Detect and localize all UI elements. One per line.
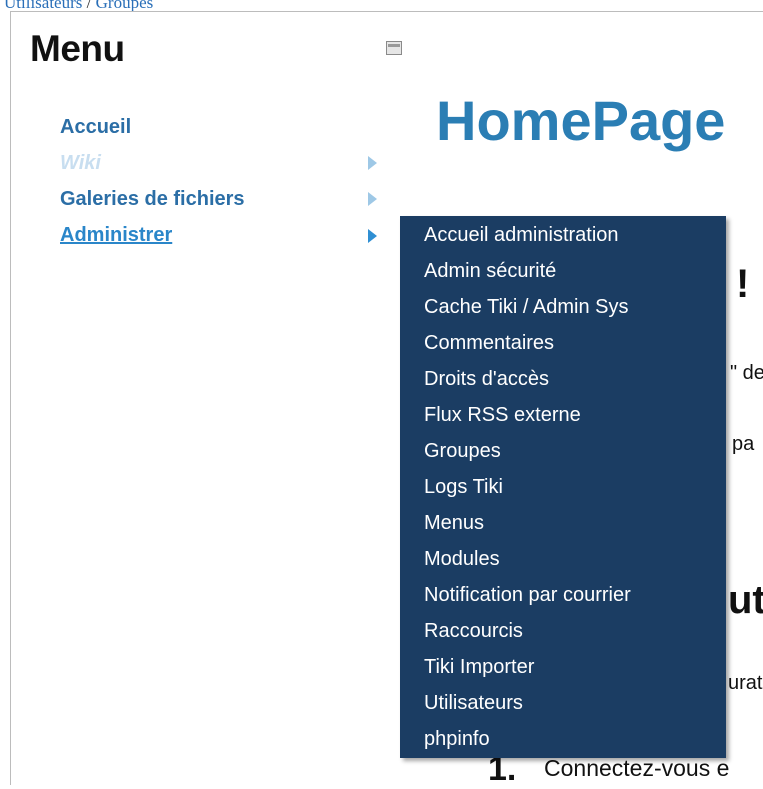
submenu-item-commentaires[interactable]: Commentaires bbox=[424, 332, 554, 355]
nav-item-galeries-de-fichiers[interactable]: Galeries de fichiers bbox=[60, 188, 245, 211]
submenu-item-menus[interactable]: Menus bbox=[424, 512, 484, 535]
content-heading-fragment: ut bbox=[728, 578, 763, 622]
submenu-item-cache-tiki[interactable]: Cache Tiki / Admin Sys bbox=[424, 296, 629, 319]
submenu-item-admin-securite[interactable]: Admin sécurité bbox=[424, 260, 556, 283]
submenu-item-phpinfo[interactable]: phpinfo bbox=[424, 728, 490, 751]
submenu-item-raccourcis[interactable]: Raccourcis bbox=[424, 620, 523, 643]
submenu-item-groupes[interactable]: Groupes bbox=[424, 440, 501, 463]
content-text-fragment: pa bbox=[732, 433, 755, 455]
submenu-item-modules[interactable]: Modules bbox=[424, 548, 500, 571]
submenu-item-utilisateurs[interactable]: Utilisateurs bbox=[424, 692, 523, 715]
submenu-item-tiki-importer[interactable]: Tiki Importer bbox=[424, 656, 534, 679]
module-toggle-icon[interactable] bbox=[386, 41, 402, 55]
submenu-item-logs-tiki[interactable]: Logs Tiki bbox=[424, 476, 503, 499]
content-text-fragment: Connectez-vous e bbox=[544, 755, 730, 781]
menu-module-title: Menu bbox=[30, 28, 125, 69]
content-text-fragment: " de bbox=[730, 362, 763, 384]
nav-item-accueil[interactable]: Accueil bbox=[60, 116, 131, 139]
chevron-right-icon[interactable] bbox=[368, 229, 377, 243]
administrer-submenu: Accueil administration Admin sécurité Ca… bbox=[400, 216, 726, 758]
frame-divider-top bbox=[10, 11, 763, 12]
chevron-right-icon[interactable] bbox=[368, 156, 377, 170]
nav-item-wiki[interactable]: Wiki bbox=[60, 152, 101, 175]
chevron-right-icon[interactable] bbox=[368, 192, 377, 206]
submenu-item-notification-par-courrier[interactable]: Notification par courrier bbox=[424, 584, 631, 607]
nav-item-administrer[interactable]: Administrer bbox=[60, 224, 172, 247]
submenu-item-droits-d-acces[interactable]: Droits d'accès bbox=[424, 368, 549, 391]
content-text-fragment: urat bbox=[728, 672, 763, 694]
frame-divider-left bbox=[10, 11, 11, 785]
submenu-item-flux-rss-externe[interactable]: Flux RSS externe bbox=[424, 404, 581, 427]
page-title: HomePage bbox=[436, 89, 726, 152]
submenu-item-accueil-administration[interactable]: Accueil administration bbox=[424, 224, 619, 247]
content-heading-fragment: ! bbox=[736, 262, 750, 306]
